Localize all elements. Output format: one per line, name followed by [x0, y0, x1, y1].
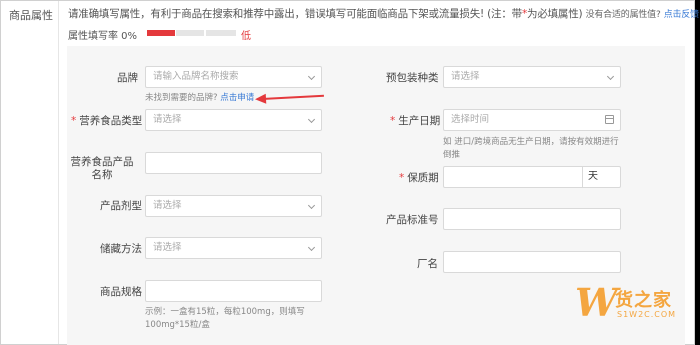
- divider: [58, 1, 59, 344]
- apply-brand-link[interactable]: 点击申请: [220, 93, 254, 103]
- package-type-select[interactable]: 请选择: [443, 66, 621, 88]
- product-name-input[interactable]: [145, 152, 322, 174]
- watermark-text: 货之家: [615, 290, 672, 311]
- standard-no-label: 产品标准号: [386, 214, 439, 226]
- production-date-placeholder: 选择时间: [451, 114, 490, 125]
- storage-label: 储藏方法: [100, 243, 142, 255]
- dosage-form-placeholder: 请选择: [153, 200, 182, 211]
- production-date-picker[interactable]: 选择时间: [443, 109, 621, 131]
- spec-label: 商品规格: [100, 286, 142, 298]
- notice-text-a: 请准确填写属性，有利于商品在搜索和推荐中露出，错误填写可能面临商品下架或流量损失…: [68, 8, 522, 20]
- brand-hint-text: 未找到需要的品牌?: [145, 93, 218, 103]
- fill-rate-label: 属性填写率 0%: [68, 31, 138, 42]
- shelf-life-label-text: 保质期: [407, 172, 439, 184]
- section-label: 商品属性: [9, 9, 53, 22]
- product-name-label: 营养食品产品名称: [70, 156, 134, 181]
- dosage-form-select[interactable]: 请选择: [145, 195, 322, 217]
- fill-rate-segment: [176, 30, 204, 36]
- production-date-hint: 如 进口/跨境商品无生产日期，请按有效期进行倒推: [443, 137, 619, 160]
- manufacturer-label: 厂名: [417, 258, 438, 270]
- chevron-down-icon: [606, 72, 615, 81]
- fill-rate-level: 低: [241, 31, 251, 42]
- shelf-life-unit: 天: [582, 167, 620, 187]
- nutrition-type-placeholder: 请选择: [153, 114, 182, 125]
- spec-hint: 示例：一盒有15粒，每粒100mg，则填写100mg*15粒/盒: [145, 307, 305, 330]
- watermark-w-mark: W: [575, 280, 618, 325]
- shelf-life-label: * 保质期: [399, 170, 439, 185]
- fill-rate-segment: [206, 30, 236, 36]
- storage-placeholder: 请选择: [153, 242, 182, 253]
- watermark-logo: W 货之家 S1W2C.COM: [575, 280, 685, 335]
- watermark-url: S1W2C.COM: [617, 310, 677, 319]
- nutrition-type-select[interactable]: 请选择: [145, 109, 322, 131]
- package-type-placeholder: 请选择: [451, 71, 480, 82]
- package-type-label: 预包装种类: [386, 72, 439, 84]
- required-star: *: [390, 115, 396, 127]
- manufacturer-input[interactable]: [443, 251, 621, 273]
- spec-input[interactable]: [145, 280, 322, 302]
- brand-hint: 未找到需要的品牌? 点击申请: [145, 92, 254, 105]
- brand-placeholder: 请输入品牌名称搜索: [153, 71, 239, 82]
- brand-select[interactable]: 请输入品牌名称搜索: [145, 66, 322, 88]
- production-date-label-text: 生产日期: [398, 115, 441, 127]
- brand-label: 品牌: [117, 72, 138, 84]
- chevron-down-icon: [307, 243, 316, 252]
- feedback-link[interactable]: 点击反馈: [664, 10, 699, 20]
- standard-no-input[interactable]: [443, 208, 621, 230]
- notice-text: 请准确填写属性，有利于商品在搜索和推荐中露出，错误填写可能面临商品下架或流量损失…: [68, 6, 699, 21]
- storage-select[interactable]: 请选择: [145, 237, 322, 259]
- nutrition-type-label-text: 营养食品类型: [79, 115, 143, 127]
- nutrition-type-label: * 营养食品类型: [71, 113, 142, 128]
- calendar-icon: [605, 115, 614, 124]
- required-star: *: [71, 115, 77, 127]
- production-date-label: * 生产日期: [390, 113, 440, 128]
- chevron-down-icon: [307, 201, 316, 210]
- chevron-down-icon: [307, 115, 316, 124]
- notice-small-text: 没有合适的属性值?: [585, 10, 661, 20]
- dosage-form-label: 产品剂型: [100, 200, 142, 212]
- chevron-down-icon: [307, 72, 316, 81]
- shelf-life-input[interactable]: 天: [443, 166, 621, 188]
- fill-rate-segment-filled: [147, 30, 175, 36]
- required-star: *: [399, 172, 405, 184]
- notice-text-b: 为必填属性): [527, 8, 583, 20]
